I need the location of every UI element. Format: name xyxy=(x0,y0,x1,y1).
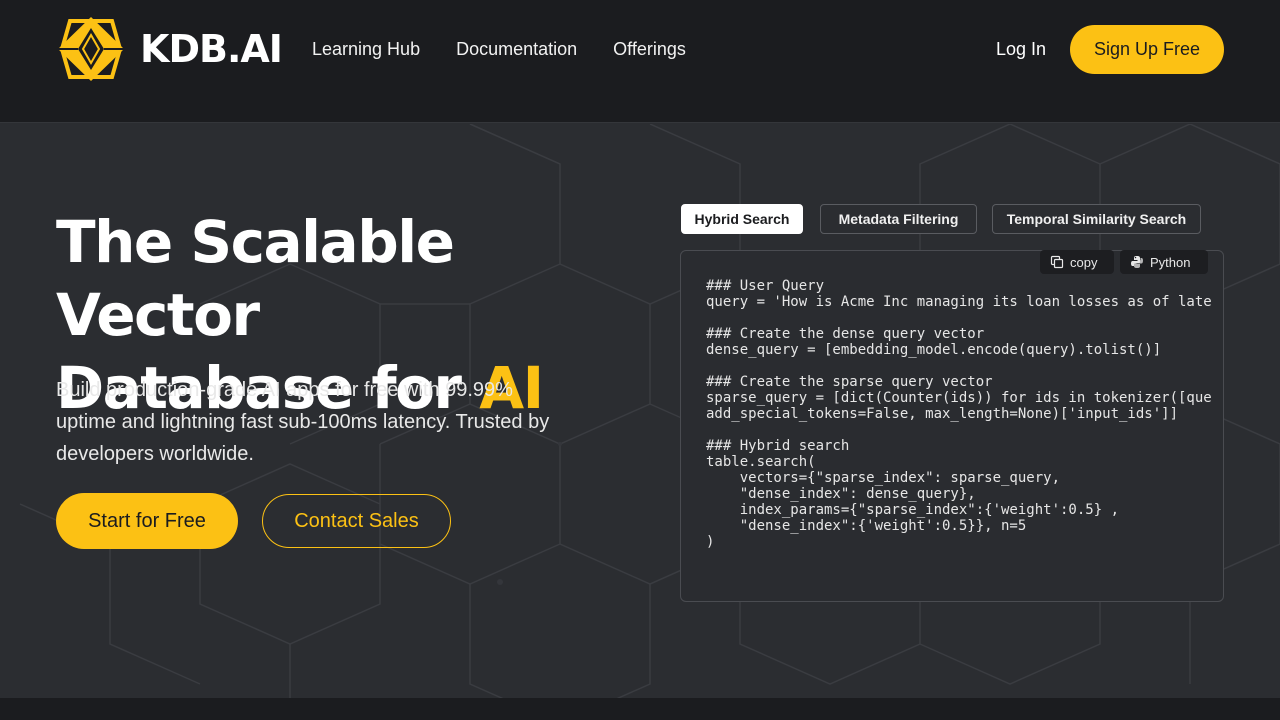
login-link[interactable]: Log In xyxy=(996,36,1046,62)
nav-learning-hub[interactable]: Learning Hub xyxy=(312,36,420,62)
python-icon xyxy=(1131,256,1143,268)
tab-hybrid-search[interactable]: Hybrid Search xyxy=(681,204,803,234)
nav-offerings[interactable]: Offerings xyxy=(613,36,686,62)
brand-name: KDB.AI xyxy=(140,27,283,71)
brand-logo[interactable]: KDB.AI xyxy=(56,15,283,83)
kdb-logo-icon xyxy=(58,17,124,81)
start-for-free-button[interactable]: Start for Free xyxy=(56,493,238,549)
main-nav: Learning Hub Documentation Offerings xyxy=(312,36,686,62)
page-bottom-strip xyxy=(0,698,1280,720)
copy-icon xyxy=(1050,255,1064,269)
site-header: KDB.AI Learning Hub Documentation Offeri… xyxy=(0,0,1280,123)
nav-documentation[interactable]: Documentation xyxy=(456,36,577,62)
headline-line-1: The Scalable Vector xyxy=(56,208,455,349)
code-block: ### User Query query = 'How is Acme Inc … xyxy=(706,278,1212,550)
language-label: Python xyxy=(1150,254,1191,270)
hero-subtext: Build production-grade AI apps for free … xyxy=(56,379,550,465)
language-badge: Python xyxy=(1120,250,1208,274)
sign-up-button[interactable]: Sign Up Free xyxy=(1070,25,1224,74)
copy-label: copy xyxy=(1070,254,1098,270)
contact-sales-button[interactable]: Contact Sales xyxy=(262,494,451,548)
tab-metadata-filtering[interactable]: Metadata Filtering xyxy=(820,204,977,234)
code-sample-panel: ### User Query query = 'How is Acme Inc … xyxy=(680,250,1224,602)
tab-temporal-similarity-search[interactable]: Temporal Similarity Search xyxy=(992,204,1201,234)
copy-button[interactable]: copy xyxy=(1040,250,1114,274)
